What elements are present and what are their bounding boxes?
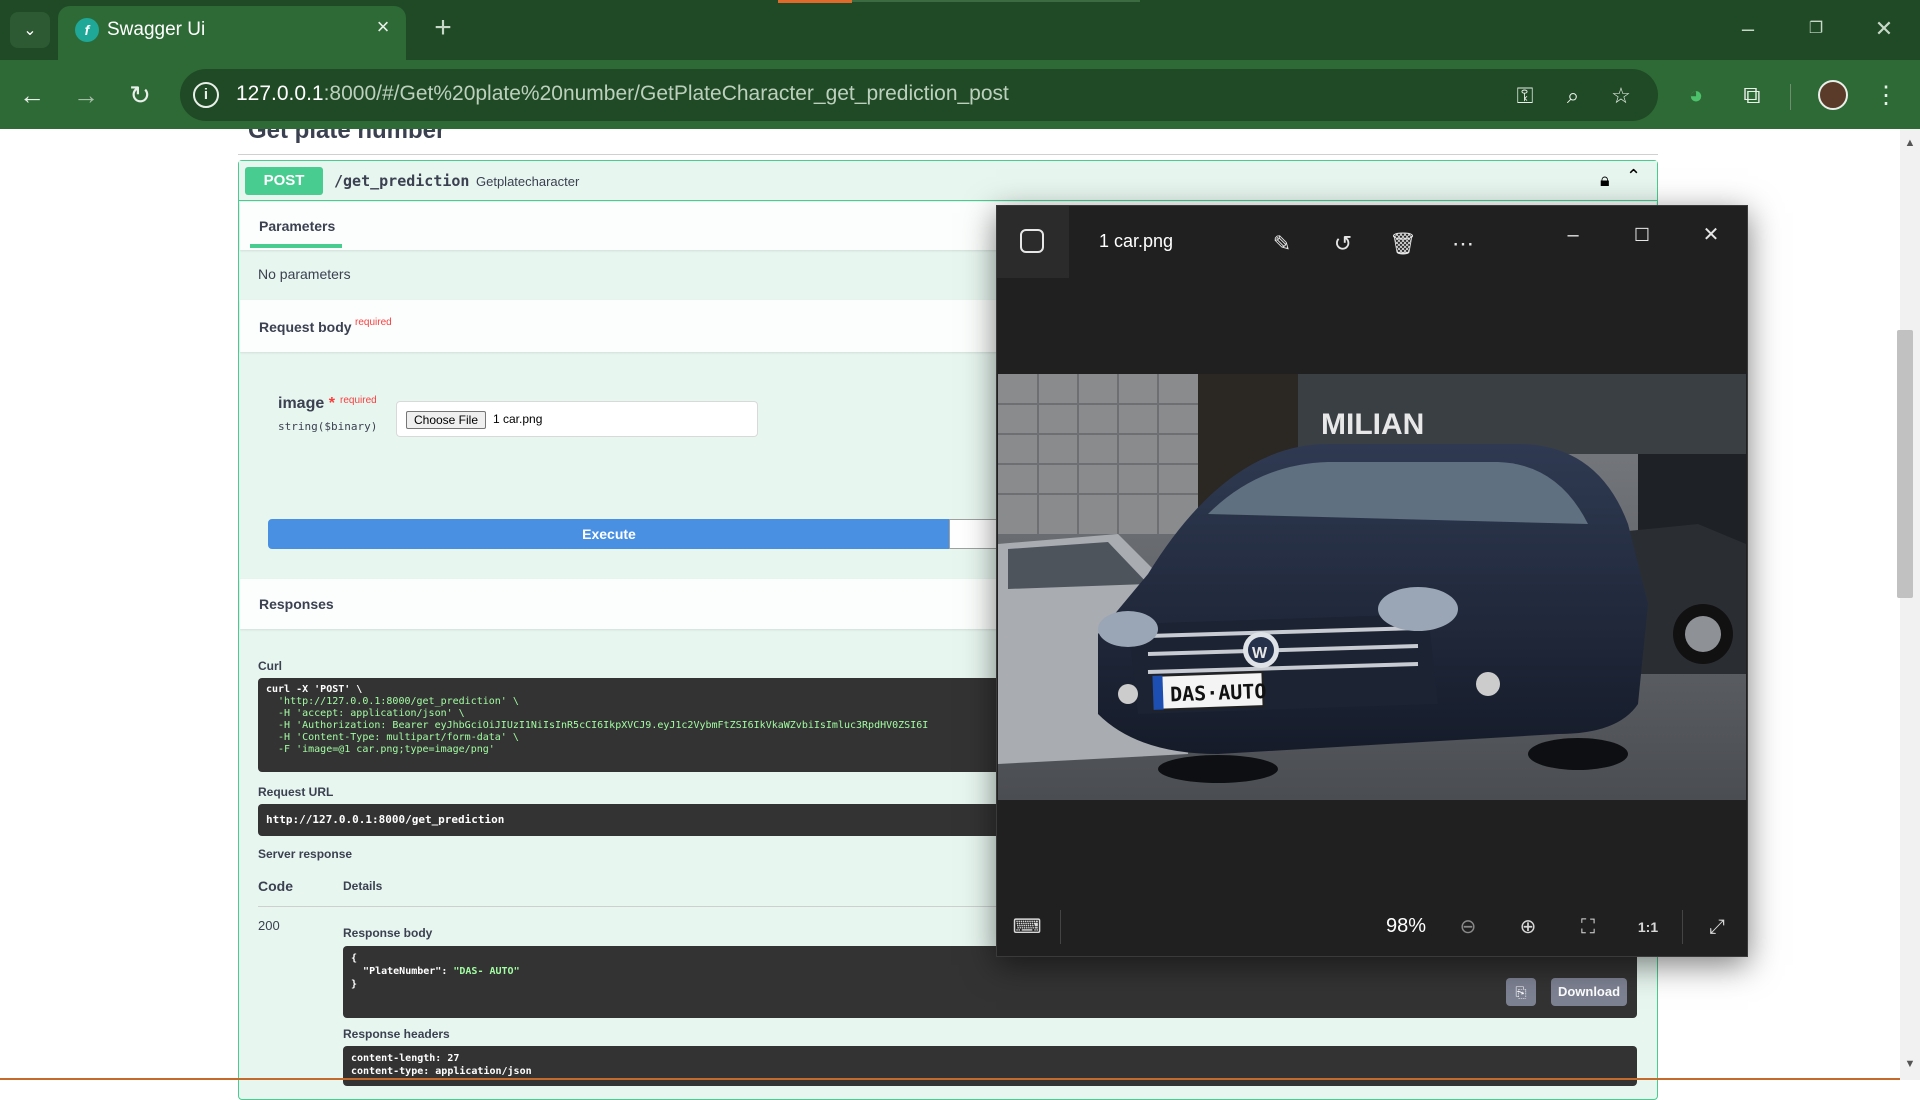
response-body-label: Response body	[343, 926, 433, 940]
page-scrollbar[interactable]	[1900, 129, 1920, 1080]
param-name: image *	[278, 395, 335, 413]
operation-description: Getplatecharacter	[476, 174, 580, 189]
viewer-bottom-separator-2	[1682, 910, 1683, 944]
response-headers-label: Response headers	[343, 1027, 450, 1041]
zoom-out-icon[interactable]: ⊖	[1451, 910, 1485, 944]
param-name-text: image	[278, 395, 325, 412]
url-path: :8000/#/Get%20plate%20number/GetPlateCha…	[323, 82, 1009, 105]
viewer-minimize-icon[interactable]: –	[1553, 220, 1593, 250]
loading-track	[852, 0, 1140, 2]
more-options-icon[interactable]: ⋯	[1446, 227, 1480, 261]
no-parameters-text: No parameters	[258, 266, 351, 282]
curl-line: -F 'image=@1 car.png;type=image/png'	[266, 744, 495, 755]
download-button[interactable]: Download	[1551, 978, 1627, 1006]
window-restore-icon[interactable]: ❐	[1798, 14, 1834, 44]
viewer-bottom-separator	[1060, 910, 1061, 944]
header-line: content-type: application/json	[351, 1066, 532, 1077]
car-photo[interactable]: MILIAN W DAS·AUTO	[998, 374, 1746, 800]
selected-file-name: 1 car.png	[493, 412, 543, 426]
curl-line: -H 'Authorization: Bearer eyJhbGciOiJIUz…	[266, 720, 929, 731]
license-plate: DAS·AUTO	[1170, 679, 1267, 706]
param-required: required	[340, 395, 377, 406]
tab-search-chevron-icon[interactable]: ⌄	[10, 12, 50, 48]
url-text[interactable]: 127.0.0.1:8000/#/Get%20plate%20number/Ge…	[236, 82, 1009, 106]
window-minimize-icon[interactable]: –	[1730, 14, 1766, 44]
json-value: "DAS- AUTO"	[453, 966, 520, 977]
edit-image-icon[interactable]: ✎	[1265, 227, 1299, 261]
zoom-in-icon[interactable]: ⊕	[1511, 910, 1545, 944]
json-close: }	[351, 979, 358, 990]
viewer-maximize-icon[interactable]: ☐	[1622, 220, 1662, 250]
svg-text:W: W	[1252, 645, 1268, 662]
filmstrip-icon[interactable]: ⌨	[1010, 910, 1044, 944]
loading-indicator	[778, 0, 852, 3]
section-divider	[238, 154, 1658, 155]
operation-path: /get_prediction	[334, 172, 470, 190]
required-star: *	[328, 395, 335, 412]
json-open: {	[351, 953, 358, 964]
scroll-up-arrow-icon[interactable]: ▲	[1902, 137, 1918, 153]
curl-label: Curl	[258, 659, 282, 673]
details-column-header: Details	[343, 879, 383, 893]
curl-line: -H 'Content-Type: multipart/form-data' \	[266, 732, 519, 743]
fit-to-window-icon[interactable]: ⛶	[1571, 910, 1605, 944]
zoom-magnifier-icon[interactable]: ⌕	[1558, 82, 1588, 110]
request-url-label: Request URL	[258, 785, 334, 799]
copy-clipboard-icon[interactable]: ⎘	[1506, 978, 1536, 1006]
request-url: http://127.0.0.1:8000/get_prediction	[266, 813, 505, 826]
tab-title: Swagger Ui	[107, 19, 206, 40]
swagger-favicon-icon: f	[75, 18, 99, 42]
toolbar-divider	[1790, 84, 1791, 110]
execute-button[interactable]: Execute	[268, 519, 950, 549]
param-type: string($binary)	[278, 420, 378, 433]
section-title[interactable]: Get plate number	[248, 129, 445, 145]
lock-icon[interactable]: 🔒︎	[1600, 170, 1610, 191]
storefront-sign: MILIAN	[1321, 408, 1424, 441]
viewer-title: 1 car.png	[1099, 231, 1174, 251]
forward-arrow-icon[interactable]: →	[70, 80, 102, 110]
url-host: 127.0.0.1	[236, 82, 324, 105]
actual-size-icon[interactable]: 1:1	[1631, 910, 1665, 944]
new-tab-plus-icon[interactable]: +	[428, 13, 458, 44]
active-tab-indicator	[250, 244, 342, 248]
profile-avatar[interactable]	[1818, 80, 1848, 110]
scrollbar-thumb[interactable]	[1897, 330, 1913, 598]
curl-line: curl -X 'POST' \	[266, 684, 363, 695]
chevron-up-icon[interactable]: ⌃	[1626, 166, 1641, 187]
full-screen-icon[interactable]: ⤢	[1700, 910, 1734, 944]
window-close-icon[interactable]: ✕	[1866, 14, 1902, 44]
choose-file-button[interactable]: Choose File	[406, 411, 486, 429]
server-response-label: Server response	[258, 847, 353, 861]
bookmark-star-icon[interactable]: ☆	[1606, 82, 1636, 110]
tab-close-icon[interactable]: ×	[372, 16, 394, 38]
extensions-puzzle-icon[interactable]: ⧉	[1736, 80, 1768, 112]
photos-app-icon	[1020, 229, 1044, 253]
zoom-level: 98%	[1386, 915, 1427, 937]
browser-menu-icon[interactable]: ⋮	[1874, 80, 1898, 112]
request-body-required: required	[355, 317, 392, 328]
header-line: content-length: 27	[351, 1053, 460, 1064]
response-headers-box[interactable]: content-length: 27 content-type: applica…	[343, 1046, 1637, 1086]
tab-parameters[interactable]: Parameters	[259, 218, 335, 234]
status-code: 200	[258, 918, 280, 933]
scroll-down-arrow-icon[interactable]: ▼	[1902, 1058, 1918, 1074]
viewer-close-icon[interactable]: ✕	[1691, 220, 1731, 250]
request-body-label: Request body	[259, 319, 352, 335]
method-badge: POST	[245, 167, 323, 195]
reload-icon[interactable]: ↻	[124, 80, 156, 110]
rotate-icon[interactable]: ↺	[1326, 227, 1360, 261]
curl-line: -H 'accept: application/json' \	[266, 708, 465, 719]
back-arrow-icon[interactable]: ←	[16, 80, 48, 110]
site-info-icon[interactable]: i	[193, 82, 219, 108]
password-key-icon[interactable]: ⚿	[1510, 82, 1540, 110]
code-column-header: Code	[258, 878, 293, 894]
curl-line: 'http://127.0.0.1:8000/get_prediction' \	[266, 696, 519, 707]
responses-label: Responses	[259, 596, 334, 612]
delete-trash-icon[interactable]: 🗑︎	[1386, 227, 1420, 261]
extension-globe-icon[interactable]: ◕	[1680, 80, 1712, 112]
json-key: "PlateNumber"	[363, 966, 442, 977]
section-collapse-icon[interactable]: ⌃	[1610, 129, 1627, 136]
